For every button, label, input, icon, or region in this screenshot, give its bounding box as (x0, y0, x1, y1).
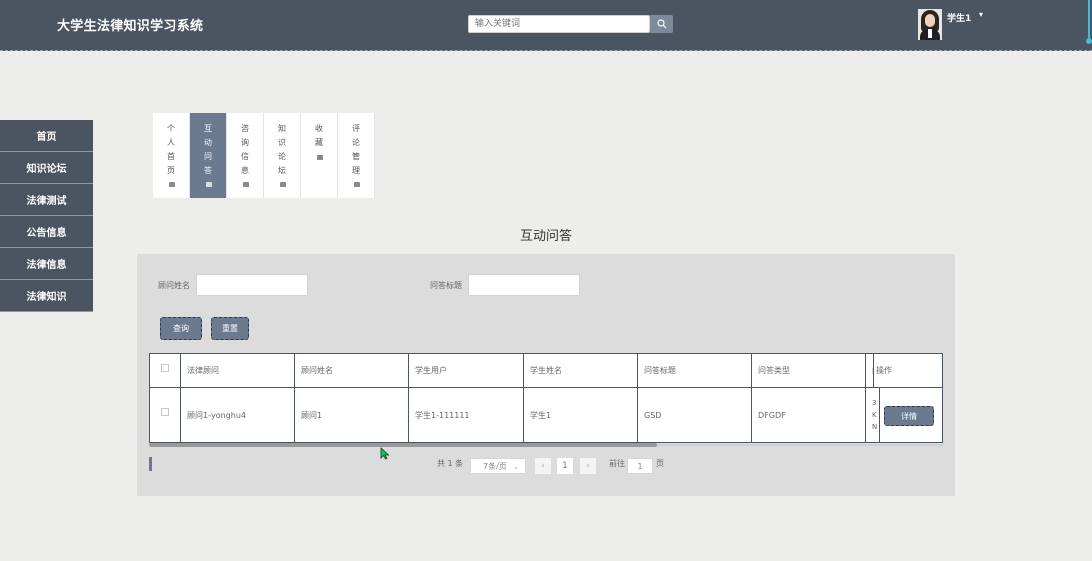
table-cell: GSD (638, 388, 752, 442)
qa-title-input[interactable] (468, 274, 580, 296)
consultant-name-input[interactable] (196, 274, 308, 296)
tab-personal-home[interactable]: 个人首页 (153, 113, 190, 198)
page-size-select[interactable]: 7条/页 ⌄ (470, 458, 526, 474)
table-header-cell[interactable]: 顾问姓名 (295, 354, 409, 387)
tab-icon (317, 155, 323, 160)
total-count: 共 1 条 (437, 459, 464, 468)
qa-table: 法律顾问 顾问姓名 学生用户 学生姓名 问答标题 问答类型 问 操作 顾问1-y… (149, 353, 943, 443)
current-page-button[interactable]: 1 (557, 458, 573, 474)
tab-comment-manage[interactable]: 评论管理 (338, 113, 375, 198)
tab-label: 互动问答 (204, 124, 212, 175)
consultant-name-label: 顾问姓名 (158, 281, 190, 290)
detail-button[interactable]: 详情 (884, 406, 934, 426)
table-cell: 学生1 (524, 388, 638, 442)
page-unit-label: 页 (656, 459, 664, 468)
table-horizontal-scrollbar[interactable] (149, 443, 657, 447)
row-checkbox[interactable] (161, 408, 169, 416)
tab-label: 收藏 (315, 124, 323, 147)
table-header-cell[interactable]: 问答类型 (752, 354, 866, 387)
mouse-cursor-icon (380, 447, 390, 460)
next-page-button[interactable]: › (580, 458, 596, 474)
chevron-down-icon: ⌄ (512, 461, 520, 471)
table-cell-truncated: 3 K N (866, 388, 880, 442)
tab-label: 知识论坛 (278, 124, 286, 175)
table-cell: DFGDF (752, 388, 866, 442)
scroll-indicator-dot (1086, 38, 1092, 44)
tab-interactive-qa[interactable]: 互动问答 (190, 113, 227, 198)
content-panel: 顾问姓名 问答标题 查询 重置 法律顾问 顾问姓名 学生用户 学生姓名 问答标题… (137, 254, 955, 496)
table-header-cell[interactable]: 问 (866, 354, 874, 387)
goto-label: 前往 (609, 459, 625, 468)
avatar[interactable] (918, 9, 942, 40)
side-item-law-knowledge[interactable]: 法律知识 (0, 280, 93, 312)
table-cell: 顾问1 (295, 388, 409, 442)
reset-button[interactable]: 重置 (211, 317, 249, 340)
select-all-checkbox[interactable] (161, 364, 169, 372)
table-header-cell[interactable]: 法律顾问 (181, 354, 295, 387)
table-header-cell[interactable]: 问答标题 (638, 354, 752, 387)
side-item-home[interactable]: 首页 (0, 120, 93, 152)
page-size-value: 7条/页 (483, 461, 507, 471)
tab-icon (243, 182, 249, 187)
row-select-cell (150, 388, 181, 442)
scroll-indicator (1088, 0, 1090, 40)
table-header-cell[interactable]: 学生用户 (409, 354, 524, 387)
tab-label: 咨询信息 (241, 124, 249, 175)
table-row[interactable]: 顾问1-yonghu4 顾问1 学生1-111111 学生1 GSD DFGDF… (150, 388, 942, 442)
tab-icon (280, 182, 286, 187)
tab-icon (169, 182, 175, 187)
scrollbar-track (657, 444, 943, 446)
prev-page-button[interactable]: ‹ (535, 458, 551, 474)
table-header-cell[interactable]: 操作 (874, 354, 942, 387)
goto-page-input[interactable]: 1 (627, 458, 653, 474)
app-title: 大学生法律知识学习系统 (57, 19, 204, 34)
query-button[interactable]: 查询 (160, 317, 202, 340)
table-cell: 顾问1-yonghu4 (181, 388, 295, 442)
side-item-law-info[interactable]: 法律信息 (0, 248, 93, 280)
tab-forum[interactable]: 知识论坛 (264, 113, 301, 198)
tab-label: 个人首页 (167, 124, 175, 175)
qa-title-label: 问答标题 (430, 281, 462, 290)
page-title: 互动问答 (519, 229, 572, 244)
table-cell: 学生1-111111 (409, 388, 524, 442)
left-marker (149, 457, 152, 471)
side-item-forum[interactable]: 知识论坛 (0, 152, 93, 184)
search-button[interactable] (650, 15, 673, 33)
chevron-down-icon[interactable]: ▾ (979, 10, 983, 19)
side-menu: 首页 知识论坛 法律测试 公告信息 法律信息 法律知识 (0, 120, 93, 312)
tab-consult-info[interactable]: 咨询信息 (227, 113, 264, 198)
tab-label: 评论管理 (352, 124, 360, 175)
center-tabs: 个人首页 互动问答 咨询信息 知识论坛 收藏 评论管理 (153, 113, 375, 198)
select-all-cell (150, 354, 181, 387)
table-header-row: 法律顾问 顾问姓名 学生用户 学生姓名 问答标题 问答类型 问 操作 (150, 354, 942, 388)
search-icon (656, 19, 666, 29)
side-item-law-test[interactable]: 法律测试 (0, 184, 93, 216)
search-input[interactable] (468, 15, 650, 33)
top-header: 大学生法律知识学习系统 学生1 ▾ (0, 0, 1092, 51)
user-name[interactable]: 学生1 (947, 11, 971, 24)
tab-favorites[interactable]: 收藏 (301, 113, 338, 198)
tab-icon (206, 182, 212, 187)
tab-icon (354, 182, 360, 187)
table-header-cell[interactable]: 学生姓名 (524, 354, 638, 387)
